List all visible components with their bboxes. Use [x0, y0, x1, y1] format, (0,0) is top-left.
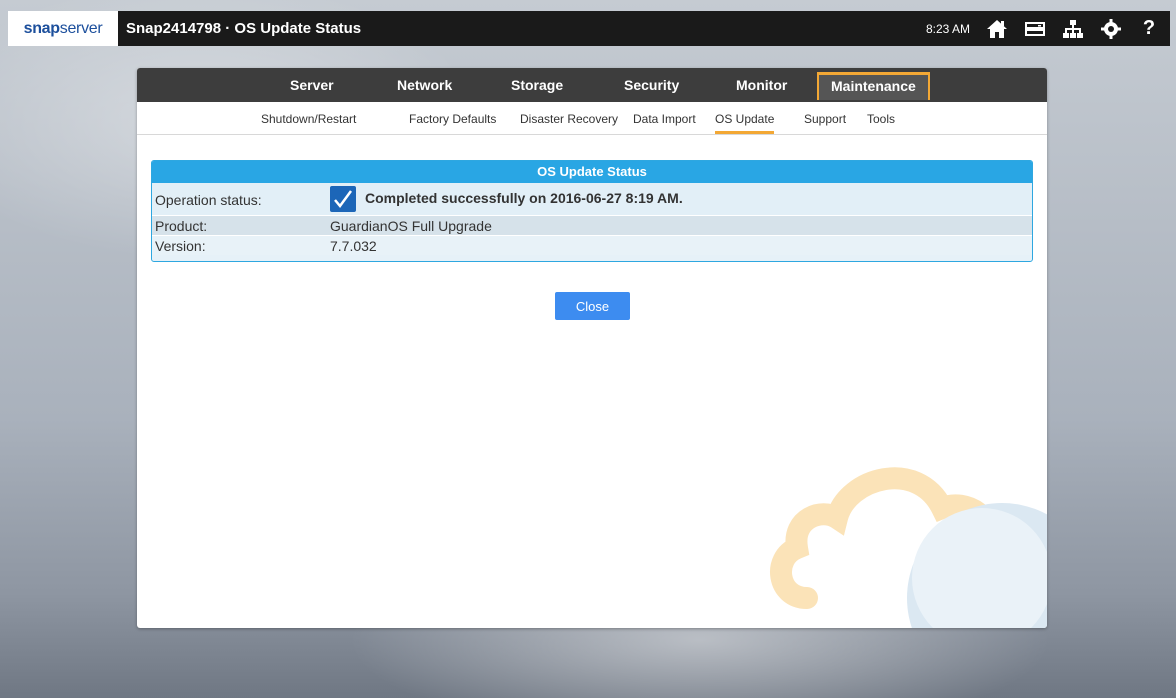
version-label: Version: [155, 238, 206, 254]
subtab-disaster-recovery[interactable]: Disaster Recovery [520, 112, 618, 126]
product-label: Product: [155, 218, 208, 234]
tab-security[interactable]: Security [624, 68, 679, 102]
tab-network[interactable]: Network [397, 68, 452, 102]
os-update-status-box: OS Update Status Operation status: Compl… [151, 160, 1033, 262]
operation-status-value: Completed successfully on 2016-06-27 8:1… [365, 190, 683, 206]
checkmark-icon [330, 186, 356, 212]
subtab-tools[interactable]: Tools [867, 112, 895, 126]
top-bar: snap server Snap2414798 · OS Update Statu… [8, 11, 1170, 46]
close-button[interactable]: Close [555, 292, 630, 320]
main-panel: Server Network Storage Security Monitor … [137, 68, 1047, 628]
operation-status-label: Operation status: [155, 192, 262, 208]
subtab-support[interactable]: Support [804, 112, 846, 126]
snapserver-logo: snap server [8, 11, 118, 46]
subtab-shutdown-restart[interactable]: Shutdown/Restart [261, 112, 356, 126]
main-nav: Server Network Storage Security Monitor … [137, 68, 1047, 102]
clock: 8:23 AM [925, 21, 970, 36]
cloud-watermark [770, 467, 1047, 628]
page-title: Snap2414798 · OS Update Status [126, 20, 362, 37]
version-value: 7.7.032 [330, 238, 377, 254]
subtab-os-update[interactable]: OS Update [715, 112, 775, 134]
status-header: OS Update Status [152, 161, 1032, 183]
status-row-version: Version: 7.7.032 [152, 236, 1032, 255]
server-icon[interactable] [1024, 18, 1046, 40]
tab-monitor[interactable]: Monitor [736, 68, 787, 102]
gear-icon[interactable] [1100, 18, 1122, 40]
network-icon[interactable] [1062, 18, 1084, 40]
tab-server[interactable]: Server [290, 68, 334, 102]
home-icon[interactable] [986, 18, 1008, 40]
sub-nav: Shutdown/Restart Factory Defaults Disast… [137, 102, 1047, 135]
status-row-operation: Operation status: Completed successfully… [152, 183, 1032, 216]
subtab-data-import[interactable]: Data Import [633, 112, 696, 126]
product-value: GuardianOS Full Upgrade [330, 218, 492, 234]
tab-storage[interactable]: Storage [511, 68, 563, 102]
help-icon[interactable]: ? [1138, 17, 1160, 40]
subtab-factory-defaults[interactable]: Factory Defaults [409, 112, 496, 126]
tab-maintenance[interactable]: Maintenance [817, 72, 930, 100]
status-row-product: Product: GuardianOS Full Upgrade [152, 216, 1032, 236]
